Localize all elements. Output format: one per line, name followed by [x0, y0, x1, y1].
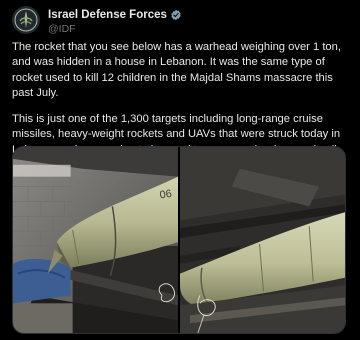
rocket-marking-text: 06	[159, 188, 173, 202]
rocket-photo-left: 06	[13, 147, 178, 333]
author-display-name[interactable]: Israel Defense Forces	[48, 9, 167, 21]
media-photo-2[interactable]	[180, 147, 345, 333]
idf-emblem-icon	[12, 6, 40, 34]
media-photo-1[interactable]: 06	[13, 147, 178, 333]
author-handle[interactable]: @IDF	[48, 23, 182, 35]
tweet-header: Israel Defense Forces @IDF	[12, 6, 348, 36]
verified-badge-icon	[171, 9, 181, 20]
tweet-paragraph: The rocket that you see below has a warh…	[12, 41, 341, 99]
media-grid: 06	[12, 146, 346, 334]
author-name-row: Israel Defense Forces	[48, 7, 182, 22]
rocket-photo-right	[180, 147, 345, 333]
author-info: Israel Defense Forces @IDF	[48, 7, 182, 35]
tweet: Israel Defense Forces @IDF The rocket th…	[0, 0, 360, 340]
avatar[interactable]	[12, 6, 40, 34]
